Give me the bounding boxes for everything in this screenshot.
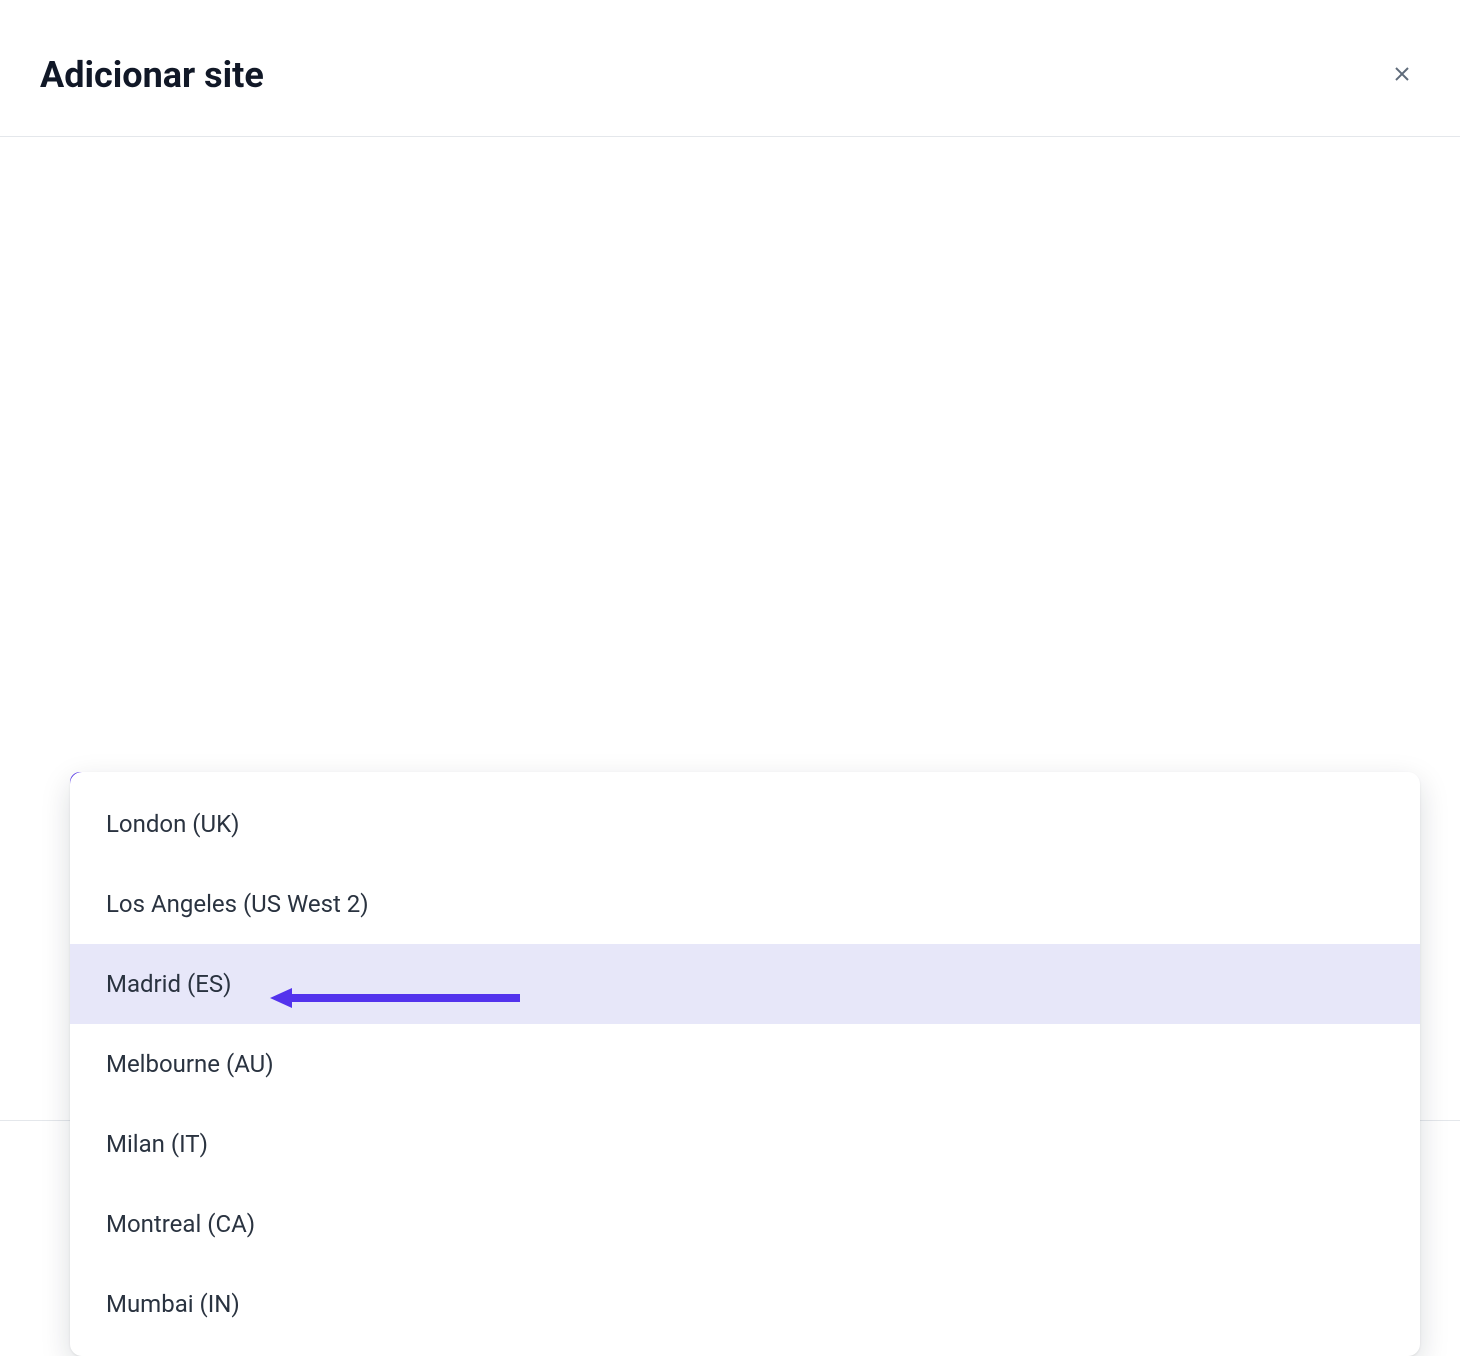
datacenter-option[interactable]: Montreal (CA) bbox=[70, 1184, 1420, 1264]
datacenter-dropdown-panel: London (UK)Los Angeles (US West 2)Madrid… bbox=[70, 772, 1420, 1356]
close-icon bbox=[1390, 62, 1414, 89]
modal-header: Adicionar site bbox=[0, 0, 1460, 137]
datacenter-option[interactable]: Madrid (ES) bbox=[70, 944, 1420, 1024]
datacenter-option[interactable]: Melbourne (AU) bbox=[70, 1024, 1420, 1104]
datacenter-option[interactable]: London (UK) bbox=[70, 784, 1420, 864]
close-button[interactable] bbox=[1384, 56, 1420, 95]
modal-title: Adicionar site bbox=[40, 54, 264, 96]
datacenter-option[interactable]: Los Angeles (US West 2) bbox=[70, 864, 1420, 944]
datacenter-option[interactable]: Milan (IT) bbox=[70, 1104, 1420, 1184]
modal-content: London (UK)Los Angeles (US West 2)Madrid… bbox=[0, 772, 1460, 1025]
datacenter-option[interactable]: Mumbai (IN) bbox=[70, 1264, 1420, 1344]
